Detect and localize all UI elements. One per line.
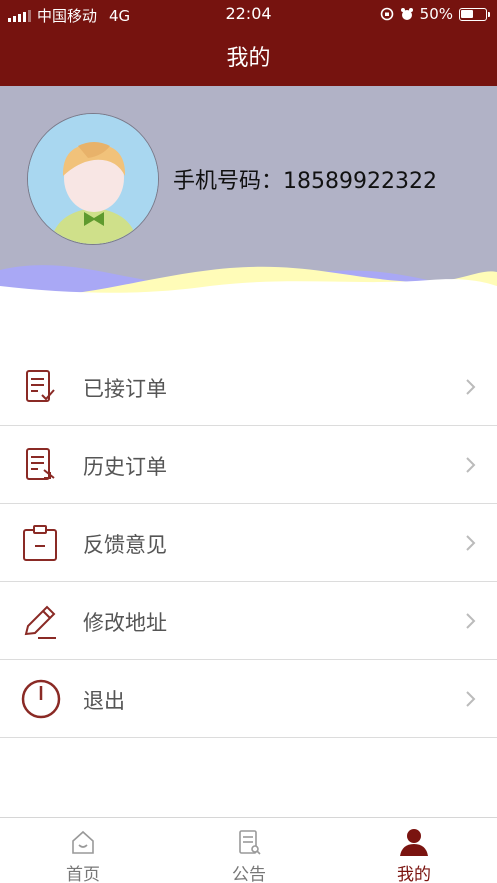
notice-icon: [239, 830, 261, 855]
edit-address-icon: [24, 605, 56, 639]
tab-label: 首页: [66, 865, 100, 883]
battery-percent: 50%: [419, 5, 453, 23]
menu-item-label: 修改地址: [83, 611, 167, 635]
phone-number: 手机号码：18589922322: [173, 169, 437, 194]
menu-item-label: 已接订单: [83, 377, 167, 401]
decorative-wave: [0, 265, 497, 306]
tab-profile[interactable]: 我的: [331, 818, 497, 883]
rotation-lock-icon: [380, 7, 393, 21]
page-title: 我的: [226, 46, 271, 71]
tab-label: 我的: [397, 865, 431, 883]
tab-notice[interactable]: 公告: [166, 818, 332, 883]
tab-label: 公告: [232, 865, 266, 883]
menu-item-edit-address[interactable]: 修改地址: [0, 582, 497, 660]
chevron-right-icon: [466, 535, 476, 551]
menu-item-label: 反馈意见: [83, 533, 167, 557]
profile-icon: [400, 829, 428, 856]
chevron-right-icon: [466, 457, 476, 473]
menu-item-feedback[interactable]: 反馈意见: [0, 504, 497, 582]
menu-item-label: 退出: [83, 689, 125, 713]
app-header: 中国移动 4G 22:04 50% 我的: [0, 0, 497, 86]
alarm-icon: [400, 8, 413, 20]
home-icon: [72, 830, 94, 854]
menu-list: 已接订单 历史订单 反馈意见 修改地址 退出: [0, 348, 497, 738]
status-bar: 中国移动 4G 22:04 50%: [0, 0, 497, 30]
tab-bar: 首页 公告 我的: [0, 817, 497, 883]
battery-icon: [459, 7, 490, 21]
accepted-orders-icon: [26, 370, 55, 402]
tab-home[interactable]: 首页: [0, 818, 166, 883]
chevron-right-icon: [466, 613, 476, 629]
menu-item-logout[interactable]: 退出: [0, 660, 497, 738]
history-orders-icon: [26, 448, 55, 480]
chevron-right-icon: [466, 379, 476, 395]
menu-item-history-orders[interactable]: 历史订单: [0, 426, 497, 504]
menu-item-accepted-orders[interactable]: 已接订单: [0, 348, 497, 426]
menu-item-label: 历史订单: [83, 455, 167, 479]
avatar[interactable]: [27, 113, 159, 245]
power-icon: [21, 679, 61, 719]
profile-card: 手机号码：18589922322: [0, 86, 497, 306]
chevron-right-icon: [466, 691, 476, 707]
feedback-icon: [23, 525, 57, 561]
